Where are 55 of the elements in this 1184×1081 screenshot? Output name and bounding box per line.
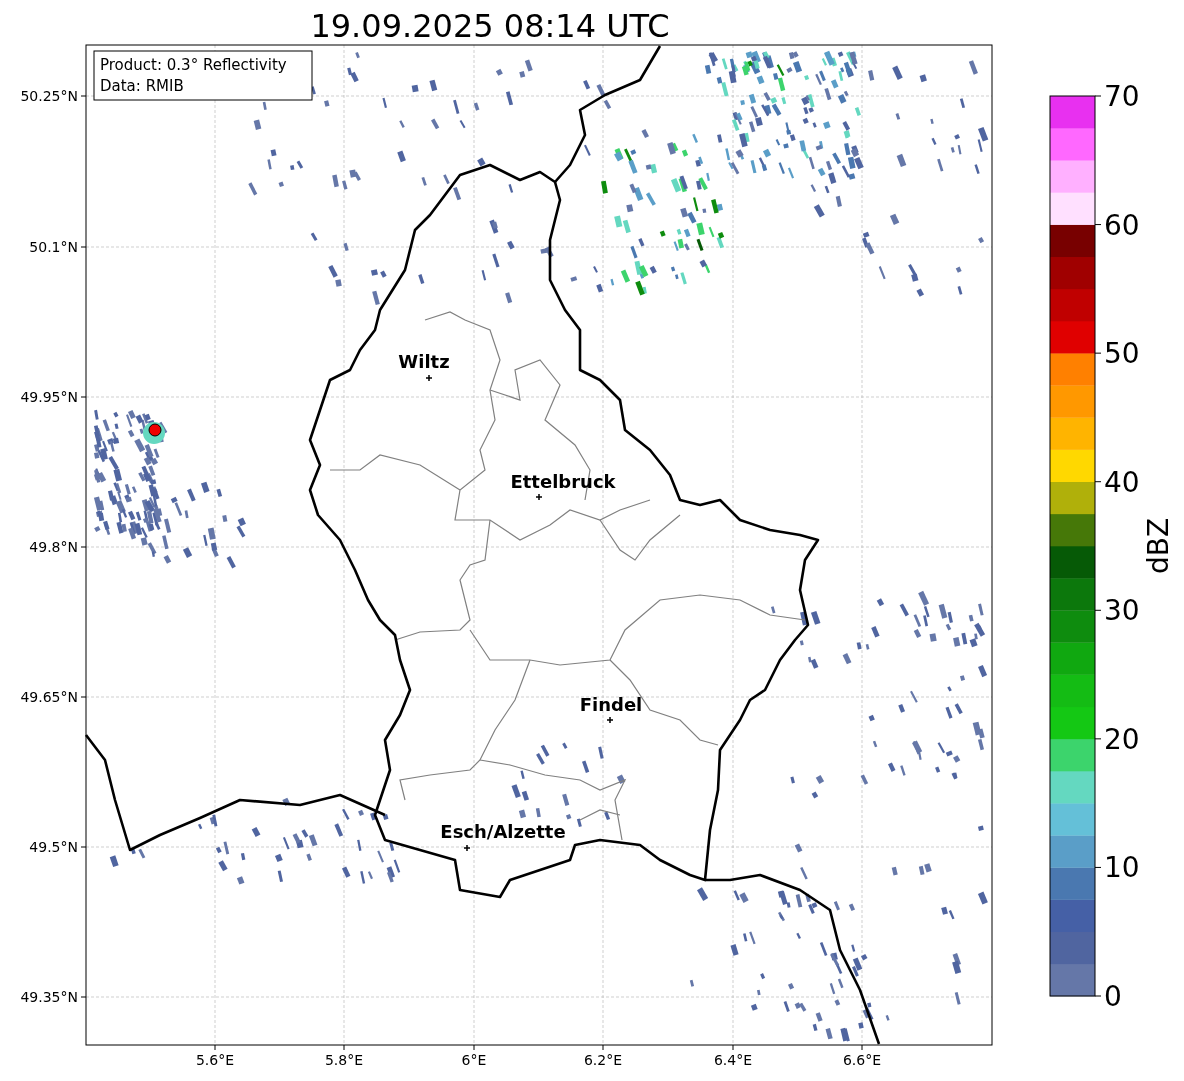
longitude-tick-label: 5.6°E [195,1052,235,1068]
colorbar-tick-label: 30 [1104,594,1140,628]
colorbar-tick-label: 40 [1104,465,1140,499]
colorbar-tick-label: 20 [1104,722,1140,756]
info-text: Product: 0.3° Reflectivity [100,56,287,74]
colorbar-tick-label: 70 [1104,80,1140,113]
tick-mark [1094,609,1102,611]
city-label: Esch/Alzette [440,821,566,842]
colorbar-tick-label: 10 [1104,851,1140,885]
city-marker-icon [606,716,614,724]
longitude-tick-label: 6.6°E [842,1052,882,1068]
city-label: Wiltz [398,351,450,372]
longitude-tick-label: 6.4°E [713,1052,753,1068]
city-label: Ettelbruck [510,471,616,492]
colorbar-tick-label: 60 [1104,208,1140,242]
city-label: Findel [579,694,643,715]
tick-mark [473,1044,475,1051]
tick-mark [732,1044,734,1051]
city-marker-icon [425,374,433,382]
city-marker-icon [535,493,543,501]
colorbar-tick-label: 0 [1104,980,1122,1013]
tick-mark [80,246,87,248]
longitude-tick-label: 5.8°E [324,1052,364,1068]
tick-mark [80,95,87,97]
info-text: Data: RMIB [100,77,184,95]
tick-mark [1094,95,1102,97]
longitude-tick-label: 6°E [461,1052,487,1068]
tick-mark [1094,995,1102,997]
tick-mark [343,1044,345,1051]
colorbar-label: dBZ [1142,517,1175,575]
tick-mark [214,1044,216,1051]
latitude-tick-label: 49.65°N [20,689,78,705]
latitude-tick-label: 50.25°N [20,88,78,104]
tick-mark [80,696,87,698]
longitude-tick-label: 6.2°E [583,1052,623,1068]
latitude-tick-label: 49.95°N [20,389,78,405]
tick-mark [1094,352,1102,354]
radar-site-marker [148,423,162,437]
tick-mark [602,1044,604,1051]
latitude-tick-label: 49.5°N [29,839,78,855]
tick-mark [1094,866,1102,868]
tick-mark [80,396,87,398]
colorbar-tick-label: 50 [1104,337,1140,371]
tick-mark [861,1044,863,1051]
tick-mark [1094,481,1102,483]
tick-mark [1094,224,1102,226]
latitude-tick-label: 50.1°N [29,239,78,255]
tick-mark [80,996,87,998]
latitude-tick-label: 49.35°N [20,989,78,1005]
tick-mark [80,546,87,548]
chart-title: 19.09.2025 08:14 UTC [310,7,670,45]
latitude-tick-label: 49.8°N [29,539,78,555]
city-marker-icon [463,844,471,852]
tick-mark [80,846,87,848]
tick-mark [1094,738,1102,740]
